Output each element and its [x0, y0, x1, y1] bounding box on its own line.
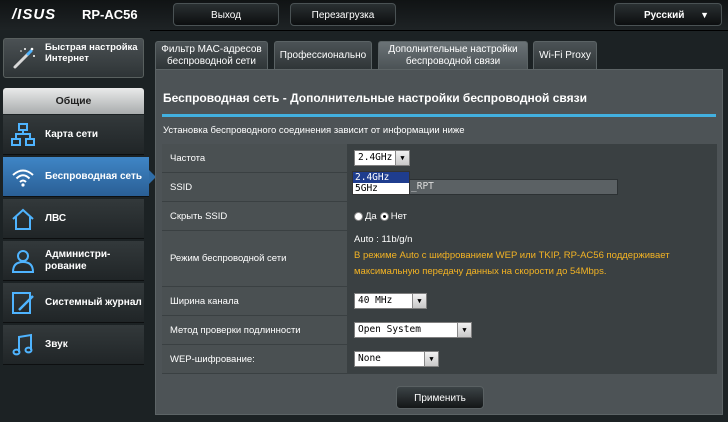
row-hide-ssid: Скрыть SSID Да Нет [162, 202, 717, 231]
top-bar: /ISUS RP-AC56 Выход Перезагрузка Русский… [0, 0, 728, 31]
hide-ssid-no-radio[interactable] [379, 211, 389, 221]
sidebar-item-wireless[interactable]: Беспроводная сеть [3, 157, 156, 197]
sidebar-item-label: ЛВС [45, 213, 67, 224]
tab-wifi-proxy[interactable]: Wi-Fi Proxy [533, 41, 597, 69]
triangle-down-icon: ▼ [395, 151, 409, 165]
network-map-icon [11, 123, 35, 146]
wep-label: WEP-шифрование: [162, 345, 347, 373]
ssid-value: _RPT [411, 181, 434, 192]
frequency-label: Частота [162, 144, 347, 172]
sidebar-item-label: Администри-рование [45, 249, 111, 272]
triangle-down-icon: ▼ [412, 294, 426, 308]
wep-value: None [358, 353, 381, 364]
tab-professional[interactable]: Профессионально [274, 41, 372, 69]
frequency-dropdown-list: 2.4GHz 5GHz [352, 171, 410, 195]
wireless-mode-value: Auto : 11b/g/n [354, 234, 413, 245]
wireless-mode-label: Режим беспроводной сети [162, 231, 347, 286]
model-name: RP-AC56 [82, 7, 138, 22]
reboot-button[interactable]: Перезагрузка [290, 3, 396, 26]
wep-select[interactable]: None ▼ [354, 351, 439, 367]
auth-method-label: Метод проверки подлинности [162, 316, 347, 344]
hide-ssid-yes-label: Да [365, 210, 377, 222]
sidebar-item-label: Звук [45, 339, 68, 350]
section-general-header: Общие [3, 88, 144, 114]
sidebar-item-network-map[interactable]: Карта сети [3, 115, 144, 155]
sidebar: Быстрая настройка Интернет Общие Карта с… [0, 30, 156, 422]
frequency-option-5ghz[interactable]: 5GHz [353, 183, 409, 194]
settings-form: Частота 2.4GHz ▼ SSID _RPT Скрыть SSID Д… [162, 144, 717, 374]
hide-ssid-label: Скрыть SSID [162, 202, 347, 230]
hide-ssid-yes-radio[interactable] [354, 211, 363, 221]
triangle-down-icon: ▼ [700, 10, 709, 20]
quick-setup-button[interactable]: Быстрая настройка Интернет [3, 38, 144, 78]
language-label: Русский [644, 10, 685, 21]
sidebar-item-label: Системный журнал [45, 297, 142, 308]
bandwidth-value: 40 MHz [358, 295, 393, 306]
row-auth-method: Метод проверки подлинности Open System ▼ [162, 316, 717, 345]
page-title: Беспроводная сеть - Дополнительные настр… [163, 91, 587, 105]
asus-logo: /ISUS [12, 6, 57, 23]
frequency-option-2-4ghz[interactable]: 2.4GHz [353, 172, 409, 183]
auth-method-select[interactable]: Open System ▼ [354, 322, 472, 338]
row-ssid: SSID _RPT [162, 173, 717, 202]
frequency-select[interactable]: 2.4GHz ▼ [354, 150, 410, 166]
sidebar-item-syslog[interactable]: Системный журнал [3, 283, 144, 323]
triangle-down-icon: ▼ [457, 323, 471, 337]
auth-method-value: Open System [358, 324, 421, 335]
ssid-label: SSID [162, 173, 347, 201]
page-description: Установка беспроводного соединения завис… [163, 125, 465, 136]
triangle-down-icon: ▼ [424, 352, 438, 366]
sidebar-item-label: Беспроводная сеть [45, 171, 143, 182]
row-wireless-mode: Режим беспроводной сети Auto : 11b/g/n В… [162, 231, 717, 287]
tab-advanced-wireless[interactable]: Дополнительные настройки беспроводной св… [378, 41, 528, 70]
bandwidth-label: Ширина канала [162, 287, 347, 315]
frequency-value: 2.4GHz [358, 152, 393, 163]
language-select[interactable]: Русский ▼ [614, 3, 722, 26]
settings-panel: Беспроводная сеть - Дополнительные настр… [155, 69, 723, 415]
magic-wand-icon [13, 47, 35, 69]
row-frequency: Частота 2.4GHz ▼ [162, 144, 717, 173]
sidebar-item-admin[interactable]: Администри-рование [3, 241, 144, 281]
row-wep: WEP-шифрование: None ▼ [162, 345, 717, 374]
log-icon [12, 292, 34, 314]
apply-button[interactable]: Применить [396, 386, 484, 409]
quick-setup-label: Быстрая настройка Интернет [45, 42, 138, 64]
bandwidth-select[interactable]: 40 MHz ▼ [354, 293, 427, 309]
wireless-mode-note: В режиме Auto с шифрованием WEP или TKIP… [354, 250, 670, 277]
sidebar-item-sound[interactable]: Звук [3, 325, 144, 365]
sidebar-item-lan[interactable]: ЛВС [3, 199, 144, 239]
wifi-icon [12, 169, 34, 187]
lan-icon [12, 208, 34, 230]
row-bandwidth: Ширина канала 40 MHz ▼ [162, 287, 717, 316]
sidebar-item-label: Карта сети [45, 129, 99, 140]
title-divider [162, 114, 716, 117]
music-icon [12, 333, 33, 356]
tab-mac-filter[interactable]: Фильтр MAC-адресов беспроводной сети [155, 41, 268, 69]
admin-icon [11, 250, 35, 273]
hide-ssid-no-label: Нет [390, 210, 407, 222]
logout-button[interactable]: Выход [173, 3, 279, 26]
